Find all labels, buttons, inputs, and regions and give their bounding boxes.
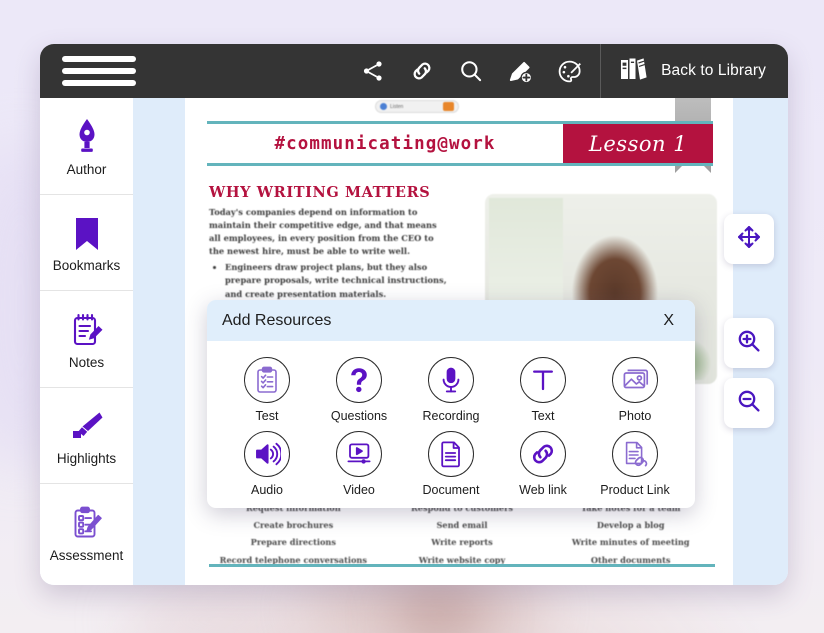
resource-grid: Test Questions Recording Text Photo Audi… xyxy=(207,341,695,497)
video-player-icon xyxy=(336,431,382,477)
microphone-icon xyxy=(428,357,474,403)
app-window: Back to Library Author Bookmarks Notes H… xyxy=(40,44,788,585)
resource-label: Questions xyxy=(330,409,388,423)
toolbar-icon-group xyxy=(358,56,600,86)
speaker-icon xyxy=(244,431,290,477)
clipboard-checklist-icon xyxy=(244,357,290,403)
notepad-pencil-icon xyxy=(71,308,103,348)
chain-link-icon xyxy=(520,431,566,477)
controls-spacer xyxy=(724,274,774,308)
sidebar-item-label: Notes xyxy=(68,354,105,370)
add-resources-dialog: Add Resources X Test Questions Recording… xyxy=(207,300,695,508)
resource-label: Text xyxy=(531,409,555,423)
pen-nib-icon xyxy=(72,115,102,155)
link-icon[interactable] xyxy=(407,56,437,86)
page-bottom-rule xyxy=(209,564,715,567)
pan-button[interactable] xyxy=(724,214,774,264)
resource-label: Video xyxy=(343,483,375,497)
books-icon xyxy=(619,55,649,88)
table-cell: Create brochures xyxy=(253,520,334,531)
banner-title: #communicating@work xyxy=(274,133,496,154)
resource-item-product-link[interactable]: Product Link xyxy=(589,425,681,497)
table-cell: Develop a blog xyxy=(596,520,665,531)
page-column-table: Request information Create brochures Pre… xyxy=(209,500,715,569)
modal-title: Add Resources xyxy=(222,311,332,329)
back-to-library-label: Back to Library xyxy=(661,62,766,79)
page-banner: #communicating@work Lesson 1 xyxy=(207,121,713,166)
resource-item-web-link[interactable]: Web link xyxy=(497,425,589,497)
sidebar-item-notes[interactable]: Notes xyxy=(40,291,133,388)
table-cell: Prepare directions xyxy=(250,537,336,548)
resource-label: Audio xyxy=(251,483,283,497)
clipboard-pencil-icon xyxy=(71,501,103,541)
sidebar-item-bookmarks[interactable]: Bookmarks xyxy=(40,194,133,291)
highlighter-icon xyxy=(69,404,105,444)
resource-item-questions[interactable]: Questions xyxy=(313,351,405,423)
zoom-in-button[interactable] xyxy=(724,318,774,368)
resource-item-document[interactable]: Document xyxy=(405,425,497,497)
background-blur-bottom xyxy=(120,600,320,633)
magnifier-plus-icon xyxy=(735,327,763,360)
palette-icon[interactable] xyxy=(554,56,584,86)
background-blur-figure xyxy=(395,590,485,633)
document-icon xyxy=(428,431,474,477)
share-icon[interactable] xyxy=(358,56,388,86)
resource-label: Web link xyxy=(519,483,567,497)
text-t-icon xyxy=(520,357,566,403)
banner-lesson-badge: Lesson 1 xyxy=(563,124,713,163)
magnifier-minus-icon xyxy=(735,387,763,420)
sidebar-item-label: Highlights xyxy=(56,451,117,467)
table-cell: Write reports xyxy=(431,537,493,548)
resource-label: Document xyxy=(422,483,480,497)
sidebar-item-highlights[interactable]: Highlights xyxy=(40,387,133,484)
question-mark-icon xyxy=(336,357,382,403)
back-to-library-button[interactable]: Back to Library xyxy=(601,44,788,98)
modal-header: Add Resources X xyxy=(207,300,695,341)
resource-label: Test xyxy=(255,409,279,423)
hamburger-menu-icon[interactable] xyxy=(62,56,136,86)
table-column: Respond to customers Send email Write re… xyxy=(378,500,547,569)
resource-item-recording[interactable]: Recording xyxy=(405,351,497,423)
sidebar-item-label: Assessment xyxy=(49,548,124,564)
resource-label: Recording xyxy=(422,409,480,423)
table-column: Take notes for a team Develop a blog Wri… xyxy=(546,500,715,569)
sidebar-item-label: Author xyxy=(66,161,107,177)
document-link-icon xyxy=(612,431,658,477)
sidebar-item-author[interactable]: Author xyxy=(40,98,133,195)
resource-item-video[interactable]: Video xyxy=(313,425,405,497)
add-annotation-icon[interactable] xyxy=(505,56,535,86)
top-toolbar: Back to Library xyxy=(40,44,788,98)
resource-label: Product Link xyxy=(600,483,670,497)
table-cell: Write minutes of meeting xyxy=(571,537,690,548)
search-icon[interactable] xyxy=(456,56,486,86)
sidebar-item-label: Bookmarks xyxy=(52,258,121,274)
sidebar-item-assessment[interactable]: Assessment xyxy=(40,484,133,581)
close-icon[interactable]: X xyxy=(658,312,679,330)
resource-label: Photo xyxy=(618,409,652,423)
listen-label: Listen xyxy=(390,103,404,110)
move-arrows-icon xyxy=(735,223,763,256)
listen-play-icon[interactable] xyxy=(443,102,454,111)
table-cell: Send email xyxy=(436,520,488,531)
listen-speaker-icon xyxy=(380,103,387,110)
listen-widget[interactable]: Listen xyxy=(375,100,459,113)
photo-icon xyxy=(612,357,658,403)
resource-item-audio[interactable]: Audio xyxy=(221,425,313,497)
zoom-out-button[interactable] xyxy=(724,378,774,428)
page-paragraph: Today's companies depend on information … xyxy=(209,207,437,257)
page-section-heading: WHY WRITING MATTERS xyxy=(209,184,431,201)
bookmark-icon xyxy=(74,211,100,251)
resource-item-test[interactable]: Test xyxy=(221,351,313,423)
page-bullet: Engineers draw project plans, but they a… xyxy=(225,261,451,300)
table-column: Request information Create brochures Pre… xyxy=(209,500,378,569)
viewer-controls xyxy=(724,214,774,428)
resource-item-photo[interactable]: Photo xyxy=(589,351,681,423)
sidebar: Author Bookmarks Notes Highlights Assess… xyxy=(40,98,133,585)
resource-item-text[interactable]: Text xyxy=(497,351,589,423)
